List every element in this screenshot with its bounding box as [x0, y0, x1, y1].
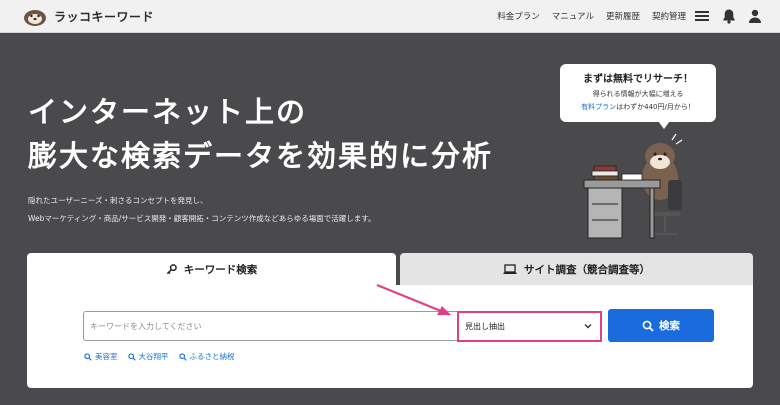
search-button-label: 検索 [659, 320, 680, 332]
hero-title-line1: インターネット上の [28, 95, 308, 129]
promo-title: まずは無料でリサーチ！ [583, 74, 693, 85]
tab-keyword-search-label: キーワード検索 [183, 263, 258, 276]
tab-site-research-label: サイト調査（競合調査等） [524, 263, 650, 276]
suggested-keywords: 美容室 大谷翔平 ふるさと納税 [84, 351, 235, 362]
search-icon [84, 352, 92, 361]
promo-bubble: まずは無料でリサーチ！ 得られる情報が大幅に増える 有料プランはわずか440円/… [560, 64, 716, 129]
otter-desk-illustration [583, 133, 683, 239]
nav-contract[interactable]: 契約管理 [652, 10, 686, 22]
suggestion-item[interactable]: 大谷翔平 [127, 351, 169, 362]
hero-description: 隠れたユーザーニーズ・刺さるコンセプトを発見し、 Webマーケティング・商品/サ… [28, 192, 376, 228]
user-icon[interactable] [747, 8, 763, 24]
search-icon [642, 320, 654, 332]
bell-icon[interactable] [721, 8, 737, 24]
search-icon [127, 352, 136, 361]
logo[interactable]: ラッコキーワード [22, 5, 154, 27]
nav-changelog[interactable]: 更新履歴 [606, 10, 640, 22]
tab-keyword-search[interactable]: キーワード検索 [27, 253, 396, 285]
nav-pricing[interactable]: 料金プラン [497, 10, 540, 22]
nav-manual[interactable]: マニュアル [552, 10, 594, 22]
annotation-arrow-icon [376, 283, 451, 315]
search-icon [178, 352, 187, 361]
promo-line1: 得られる情報が大幅に増える [592, 90, 684, 98]
suggestion-item[interactable]: ふるさと納税 [178, 351, 235, 362]
hero-title: インターネット上の 膨大な検索データを効果的に分析 [28, 90, 493, 178]
key-icon [166, 263, 177, 274]
mode-select-value: 見出し抽出 [465, 322, 505, 331]
otter-logo-icon [24, 10, 46, 26]
promo-line2: 有料プランはわずか440円/月から！ [560, 102, 716, 112]
laptop-icon [503, 263, 517, 274]
search-button[interactable]: 検索 [608, 309, 714, 342]
hero-desc-line1: 隠れたユーザーニーズ・刺さるコンセプトを発見し、 [28, 196, 208, 205]
suggestion-label: 大谷翔平 [138, 352, 169, 361]
menu-icon[interactable] [694, 8, 710, 24]
promo-line2-rest: はわずか440円/月から！ [616, 103, 695, 111]
paid-plan-link[interactable]: 有料プラン [581, 103, 616, 111]
logo-text: ラッコキーワード [54, 9, 155, 24]
chevron-down-icon [584, 324, 592, 329]
hero-title-line2: 膨大な検索データを効果的に分析 [28, 139, 494, 173]
suggestion-label: ふるさと納税 [189, 352, 235, 361]
mode-select[interactable]: 見出し抽出 [457, 311, 602, 342]
top-header: ラッコキーワード 料金プラン マニュアル 更新履歴 契約管理 [0, 0, 780, 33]
suggestion-label: 美容室 [95, 352, 118, 361]
suggestion-item[interactable]: 美容室 [84, 351, 118, 362]
top-nav: 料金プラン マニュアル 更新履歴 契約管理 [497, 10, 686, 22]
hero-desc-line2: Webマーケティング・商品/サービス開発・顧客開拓・コンテンツ作成などあらゆる場… [28, 214, 376, 223]
